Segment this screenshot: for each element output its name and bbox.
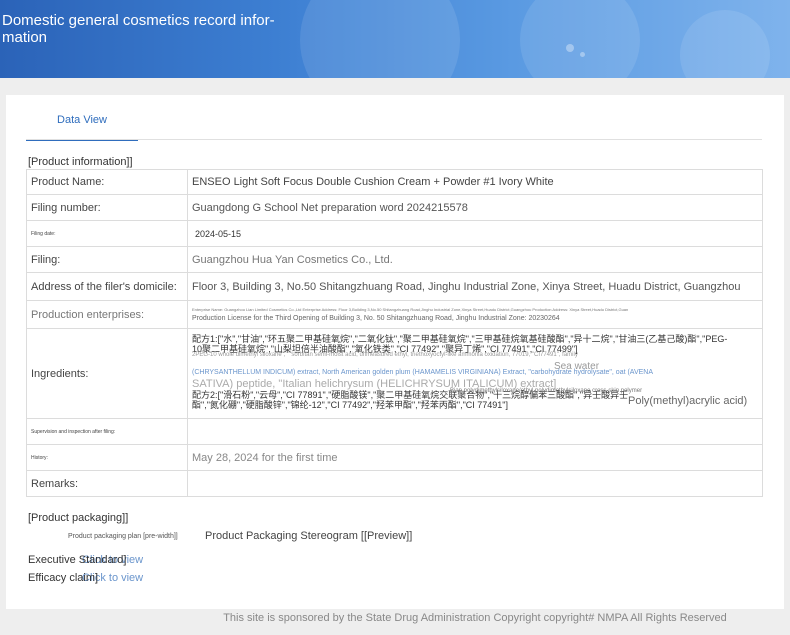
header-decoration [566,44,574,52]
row-remarks: Remarks: [26,470,763,497]
tab-divider [26,139,762,140]
row-filing-number: Filing number: Guangdong G School Net pr… [26,194,763,221]
ingredients-formula-1: 配方1:["水","甘油","环五聚二甲基硅氧烷","二氧化钛","聚二甲基硅氧… [192,333,728,354]
value-address: Floor 3, Building 3, No.50 Shitangzhuang… [187,272,763,301]
executive-standard-label: Executive Standard] [28,554,127,566]
value-production-enterprises: Enterprise Name: Guangzhou Lian Limited … [187,300,763,329]
footer-copyright: This site is sponsored by the State Drug… [223,612,727,624]
header-decoration [580,52,585,57]
efficacy-claim-label: Efficacy claim] [28,572,99,584]
row-product-name: Product Name: ENSEO Light Soft Focus Dou… [26,169,763,195]
value-filing-date: 2024-05-15 [187,220,763,247]
production-enterprise-details: Enterprise Name: Guangzhou Lian Limited … [192,306,629,312]
ingredients-translation-5: Poly(methyl)acrylic acid) [628,394,748,407]
value-history: May 28, 2024 for the first time [187,444,763,471]
value-remarks [187,470,763,497]
ingredients-translation-1: 2PEG-10 whole dimethyl siloxane","" sorb… [192,351,578,358]
ingredients-translation-4: Bian polydimethylsiloxane/ethyl polydime… [450,387,643,394]
row-production-enterprises: Production enterprises: Enterprise Name:… [26,300,763,329]
value-filing: Guangzhou Hua Yan Cosmetics Co., Ltd. [187,246,763,273]
label-history: History: [26,444,188,471]
tab-data-view[interactable]: Data View [26,109,138,141]
label-production-enterprises: Production enterprises: [26,300,188,329]
label-remarks: Remarks: [26,470,188,497]
row-ingredients: Ingredients: 配方1:["水","甘油","环五聚二甲基硅氧烷","… [26,328,763,419]
packaging-plan-label: Product packaging plan [pre-width]] [68,533,178,540]
product-info-table: Product Name: ENSEO Light Soft Focus Dou… [26,169,763,497]
header-banner: Domestic general cosmetics record infor-… [0,0,790,78]
section-product-packaging: [Product packaging]] [28,512,129,524]
label-ingredients: Ingredients: [26,328,188,419]
ingredients-translation-2: (CHRYSANTHELLUM INDICUM) extract, North … [192,368,654,376]
row-filing: Filing: Guangzhou Hua Yan Cosmetics Co.,… [26,246,763,273]
value-supervision [187,418,763,445]
label-filing: Filing: [26,246,188,273]
row-filing-date: Filing date: 2024-05-15 [26,220,763,247]
label-address: Address of the filer's domicile: [26,272,188,301]
header-decoration [680,10,770,78]
value-filing-number: Guangdong G School Net preparation word … [187,194,763,221]
row-supervision: Supervision and inspection after filing: [26,418,763,445]
content-panel: Data View [Product information]] Product… [6,95,784,609]
production-license: Production License for the Third Opening… [192,314,560,322]
label-filing-number: Filing number: [26,194,188,221]
label-filing-date: Filing date: [26,220,188,247]
header-decoration [520,0,640,78]
page-title: Domestic general cosmetics record infor-… [2,12,275,46]
value-ingredients: 配方1:["水","甘油","环五聚二甲基硅氧烷","二氧化钛","聚二甲基硅氧… [187,328,763,419]
section-product-information: [Product information]] [28,156,133,168]
header-decoration [300,0,460,78]
label-product-name: Product Name: [26,169,188,195]
value-product-name: ENSEO Light Soft Focus Double Cushion Cr… [187,169,763,195]
label-supervision: Supervision and inspection after filing: [26,418,188,445]
row-address: Address of the filer's domicile: Floor 3… [26,272,763,301]
packaging-stereogram-link[interactable]: Product Packaging Stereogram [[Preview]] [205,530,412,542]
row-history: History: May 28, 2024 for the first time [26,444,763,471]
